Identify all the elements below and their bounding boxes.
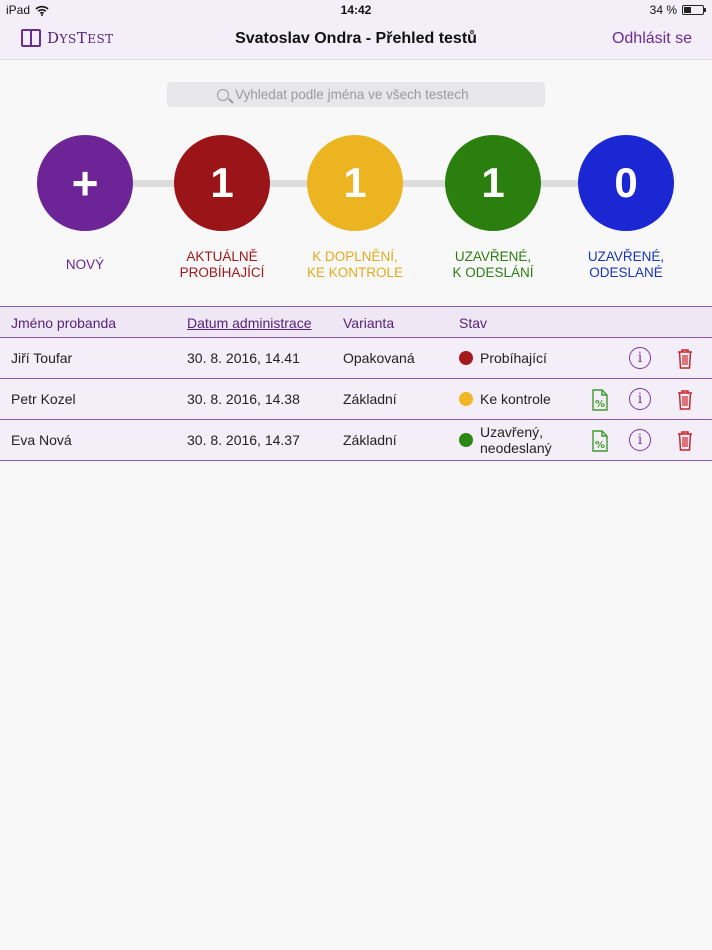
header-variant[interactable]: Varianta [343,315,394,331]
status-text: Uzavřený, [480,424,544,440]
status-bar: iPad 14:42 34 % [0,0,712,20]
info-icon: i [629,388,651,410]
row-name: Jiří Toufar [11,350,73,366]
status-right: 34 % [649,3,706,17]
status-text: Ke kontrole [480,391,551,407]
trash-icon[interactable] [673,429,697,453]
table-row[interactable]: Eva Nová 30. 8. 2016, 14.37 Základní Uza… [0,420,712,461]
table-row[interactable]: Jiří Toufar 30. 8. 2016, 14.41 Opakovaná… [0,338,712,379]
search-bar[interactable] [167,82,545,107]
stage-check-label[interactable]: K doplnění, ke kontrole [285,249,425,281]
row-name: Eva Nová [11,432,72,448]
svg-text:%: % [595,399,605,410]
stage-new-label[interactable]: Nový [15,257,155,273]
row-date: 30. 8. 2016, 14.38 [187,391,300,407]
stage-closed-count[interactable]: 1 [445,135,541,231]
row-date: 30. 8. 2016, 14.41 [187,350,300,366]
new-test-button[interactable]: + [37,135,133,231]
info-icon: i [629,429,651,451]
header-date[interactable]: Datum administrace [187,315,312,331]
battery-percent: 34 % [649,3,677,17]
status-dot [459,351,473,365]
info-button[interactable]: i [629,388,653,412]
table-header: Jméno probanda Datum administrace Varian… [0,306,712,338]
battery-level [684,7,691,13]
clock: 14:42 [340,3,372,17]
stage-running-count[interactable]: 1 [174,135,270,231]
percent-document-icon[interactable]: % [588,388,612,412]
search-icon [217,88,229,101]
info-icon: i [629,347,651,369]
page-title: Svatoslav Ondra - Přehled testů [235,30,477,47]
stage-check-count[interactable]: 1 [307,135,403,231]
navigation-bar: DYSTEST Svatoslav Ondra - Přehled testů … [0,20,712,60]
table-row[interactable]: Petr Kozel 30. 8. 2016, 14.38 Základní K… [0,379,712,420]
row-status: Ke kontrole [459,379,551,419]
row-date: 30. 8. 2016, 14.37 [187,432,300,448]
trash-icon[interactable] [673,388,697,412]
row-variant: Základní [343,432,397,448]
row-variant: Základní [343,391,397,407]
trash-icon[interactable] [673,347,697,371]
header-status[interactable]: Stav [459,315,487,331]
info-button[interactable]: i [629,347,653,371]
row-status: Uzavřený, neodeslaný [459,420,552,460]
row-name: Petr Kozel [11,391,76,407]
logout-button[interactable]: Odhlásit se [612,30,692,48]
status-dot [459,392,473,406]
stage-sent-count[interactable]: 0 [578,135,674,231]
info-button[interactable]: i [629,429,653,453]
svg-text:%: % [595,440,605,451]
battery-icon [682,5,706,15]
stage-running-label[interactable]: Aktuálně probíhající [152,249,292,281]
status-text-line2: neodeslaný [480,440,552,456]
row-variant: Opakovaná [343,350,415,366]
status-text: Probíhající [480,350,547,366]
header-name[interactable]: Jméno probanda [11,315,116,331]
status-dot [459,433,473,447]
stage-sent-label[interactable]: Uzavřené, odeslané [556,249,696,281]
tests-table: Jméno probanda Datum administrace Varian… [0,306,712,461]
percent-document-icon[interactable]: % [588,429,612,453]
row-status: Probíhající [459,338,547,378]
search-input[interactable] [235,87,495,102]
stage-closed-label[interactable]: Uzavřené, k odeslání [423,249,563,281]
